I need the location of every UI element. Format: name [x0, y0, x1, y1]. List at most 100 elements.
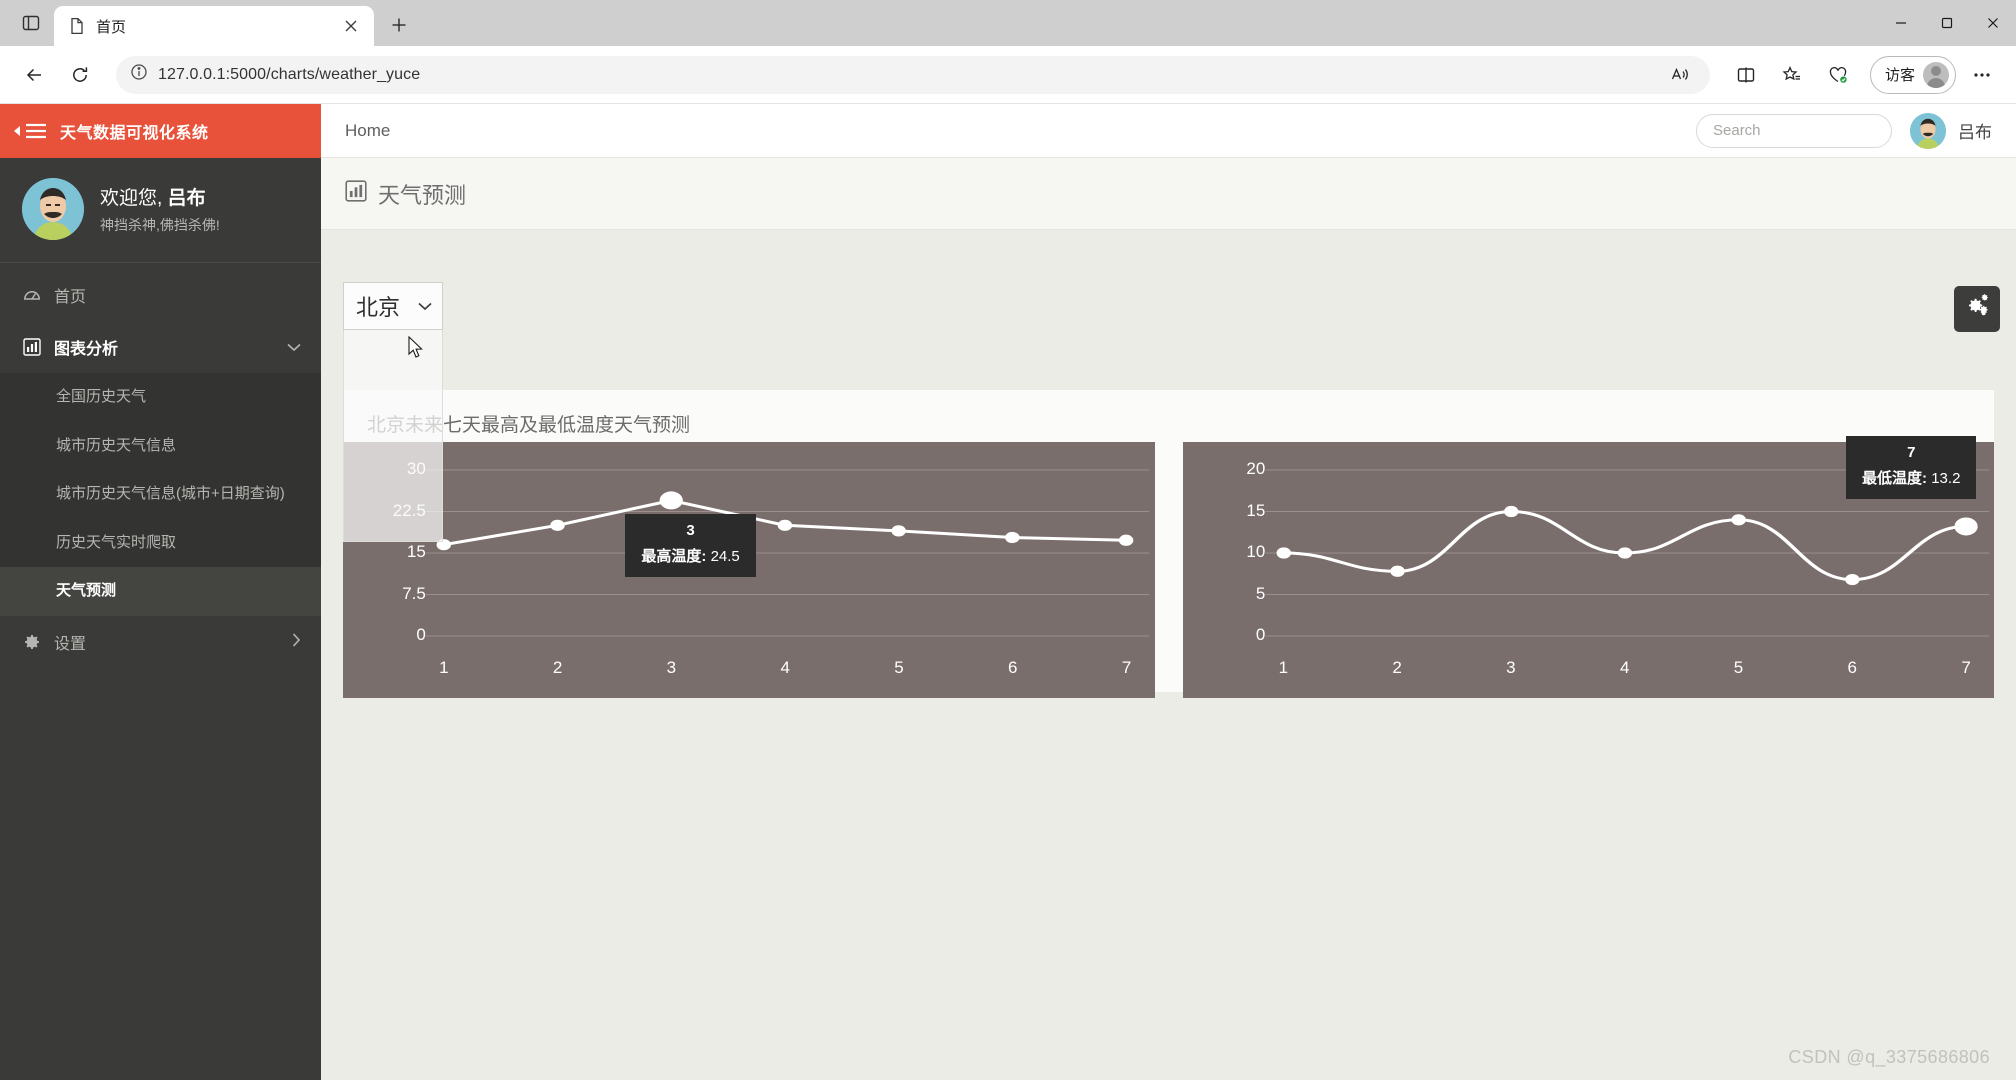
y-axis-tick: 5 — [1183, 584, 1266, 604]
address-bar[interactable]: 127.0.0.1:5000/charts/weather_yuce — [116, 56, 1710, 94]
watermark: CSDN @q_3375686806 — [1788, 1047, 1990, 1068]
x-axis-tick: 4 — [1605, 658, 1645, 678]
sidebar-item-settings[interactable]: 设置 — [0, 616, 321, 668]
city-select[interactable]: 北京 — [343, 282, 443, 330]
tooltip-value: 最高温度: 24.5 — [641, 545, 739, 566]
sidebar-subitem-weather-forecast[interactable]: 天气预测 — [0, 567, 321, 616]
sidebar-user-panel: 欢迎您, 吕布 神挡杀神,佛挡杀佛! — [0, 158, 321, 263]
y-axis-tick: 10 — [1183, 542, 1266, 562]
info-circle-icon[interactable] — [130, 63, 148, 86]
sidebar-item-label: 设置 — [54, 630, 86, 654]
browser-toolbar: 127.0.0.1:5000/charts/weather_yuce — [0, 46, 2016, 104]
navbar-user[interactable]: 吕布 — [1910, 113, 1992, 149]
card-title: 北京未来七天最高及最低温度天气预测 — [343, 390, 1994, 437]
maximize-icon[interactable] — [1924, 0, 1970, 46]
charts-row: 07.51522.530 1234567 3 最高温度: 24.5 051015… — [343, 442, 1994, 698]
navbar-user-name: 吕布 — [1958, 118, 1992, 143]
sidebar-header: 天气数据可视化系统 — [0, 104, 321, 158]
y-axis-tick: 20 — [1183, 459, 1266, 479]
browser-tab[interactable]: 首页 — [54, 6, 374, 46]
read-aloud-icon[interactable] — [1660, 55, 1700, 95]
page-icon — [68, 17, 86, 35]
tooltip-title: 3 — [641, 522, 739, 539]
chart-tooltip: 7 最低温度: 13.2 — [1846, 436, 1976, 499]
sidebar-item-home[interactable]: 首页 — [0, 269, 321, 321]
y-axis-tick: 15 — [1183, 501, 1266, 521]
sidebar-item-label: 首页 — [54, 283, 86, 307]
city-select-dropdown[interactable] — [343, 330, 443, 542]
chevron-down-icon — [418, 299, 432, 314]
x-axis-tick: 7 — [1946, 658, 1986, 678]
sidebar-subitem-realtime-crawl[interactable]: 历史天气实时爬取 — [0, 519, 321, 568]
tab-search-icon[interactable] — [8, 3, 54, 43]
x-axis-tick: 3 — [651, 658, 691, 678]
back-arrow-icon[interactable] — [14, 55, 54, 95]
sidebar-menu: 首页 图表分析 — [0, 263, 321, 668]
mouse-pointer-icon — [408, 336, 425, 365]
search-input[interactable] — [1696, 114, 1892, 148]
x-axis-tick: 3 — [1491, 658, 1531, 678]
avatar — [1910, 113, 1946, 149]
browser-profile-button[interactable]: 访客 — [1870, 56, 1956, 94]
new-tab-icon[interactable] — [382, 8, 416, 42]
tooltip-series-label: 最低温度: — [1862, 470, 1931, 487]
page-content: 北京 北京未来七天最高及最低温度天气预测 — [321, 230, 2016, 1080]
sidebar-subitem-national-history[interactable]: 全国历史天气 — [0, 373, 321, 422]
reload-icon[interactable] — [60, 55, 100, 95]
chart-bar-icon — [22, 338, 42, 356]
address-bar-url: 127.0.0.1:5000/charts/weather_yuce — [158, 66, 420, 84]
favorites-star-icon[interactable] — [1772, 55, 1812, 95]
sidebar-item-chart-analysis[interactable]: 图表分析 — [0, 321, 321, 373]
sidebar-item-label: 图表分析 — [54, 335, 118, 359]
tooltip-value: 最低温度: 13.2 — [1862, 467, 1960, 488]
chevron-down-icon — [287, 340, 301, 355]
profile-label: 访客 — [1885, 64, 1915, 85]
x-axis-tick: 2 — [1377, 658, 1417, 678]
tooltip-number: 13.2 — [1931, 470, 1960, 487]
high-temperature-chart[interactable]: 07.51522.530 1234567 3 最高温度: 24.5 — [343, 442, 1155, 698]
x-axis-tick: 1 — [1263, 658, 1303, 678]
sidebar-subitem-city-history[interactable]: 城市历史天气信息 — [0, 422, 321, 471]
chevron-right-icon — [292, 633, 301, 650]
x-axis-tick: 6 — [993, 658, 1033, 678]
y-axis-tick: 15 — [343, 542, 426, 562]
tab-title: 首页 — [96, 16, 328, 37]
gear-icon — [22, 633, 42, 651]
hamburger-collapse-icon[interactable] — [0, 104, 60, 158]
welcome-prefix: 欢迎您, — [100, 188, 168, 209]
dashboard-icon — [22, 286, 42, 304]
split-screen-icon[interactable] — [1726, 55, 1766, 95]
window-controls — [1878, 0, 2016, 46]
more-ellipsis-icon[interactable] — [1962, 55, 2002, 95]
y-axis-tick: 0 — [343, 625, 426, 645]
top-navbar-right: 吕布 — [1696, 113, 1992, 149]
sidebar: 天气数据可视化系统 欢迎您, 吕布 神挡杀神,佛挡 — [0, 104, 321, 1080]
search-field[interactable] — [1713, 122, 1875, 139]
city-select-value: 北京 — [356, 290, 400, 322]
sidebar-subitem-city-date-query[interactable]: 城市历史天气信息(城市+日期查询) — [0, 470, 321, 519]
close-icon[interactable] — [338, 13, 364, 39]
x-axis-tick: 2 — [538, 658, 578, 678]
tooltip-title: 7 — [1862, 444, 1960, 461]
collections-icon[interactable] — [1818, 55, 1858, 95]
x-axis-tick: 1 — [424, 658, 464, 678]
tooltip-number: 24.5 — [711, 548, 740, 565]
x-axis-tick: 4 — [765, 658, 805, 678]
top-navbar: Home 吕布 — [321, 104, 2016, 158]
browser-window: 首页 — [0, 0, 2016, 1080]
avatar — [1923, 62, 1949, 88]
minimize-icon[interactable] — [1878, 0, 1924, 46]
sidebar-brand: 天气数据可视化系统 — [60, 119, 209, 143]
window-close-icon[interactable] — [1970, 0, 2016, 46]
breadcrumb[interactable]: Home — [345, 121, 390, 141]
x-axis-tick: 5 — [1718, 658, 1758, 678]
x-axis-tick: 5 — [879, 658, 919, 678]
sidebar-user-text: 欢迎您, 吕布 神挡杀神,佛挡杀佛! — [100, 183, 220, 235]
sidebar-welcome: 欢迎您, 吕布 — [100, 183, 220, 210]
tab-strip: 首页 — [0, 0, 2016, 46]
y-axis-tick: 0 — [1183, 625, 1266, 645]
low-temperature-chart[interactable]: 0 5 10 15 20 1 2 3 4 5 6 7 7 最低温度: 13.2 — [1183, 442, 1995, 698]
x-axis-tick: 7 — [1107, 658, 1147, 678]
sidebar-submenu: 全国历史天气 城市历史天气信息 城市历史天气信息(城市+日期查询) 历史天气实时… — [0, 373, 321, 616]
x-axis-tick: 6 — [1832, 658, 1872, 678]
